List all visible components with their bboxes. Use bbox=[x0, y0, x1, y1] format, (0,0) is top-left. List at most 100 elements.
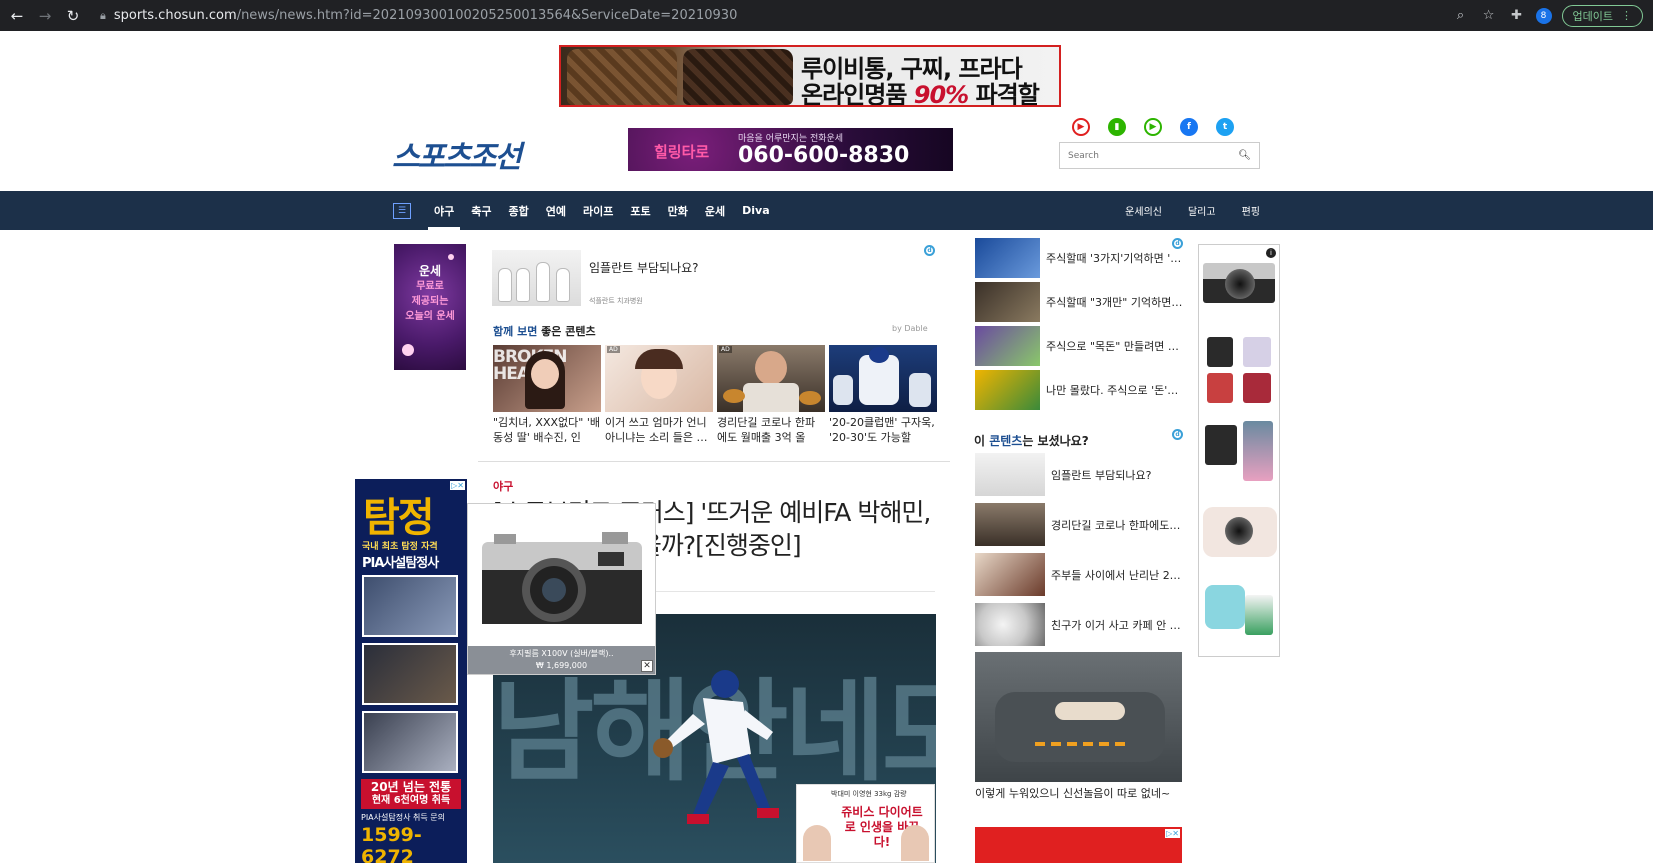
nav-item-diva[interactable]: Diva bbox=[742, 191, 770, 230]
dable-ad-icon[interactable]: d bbox=[924, 245, 935, 256]
fortune-side-ad[interactable]: 운세 무료로 제공되는 오늘의 운세 bbox=[394, 244, 466, 370]
camera-thumb bbox=[1205, 425, 1237, 465]
bottom-red-ad[interactable]: ▷✕ bbox=[975, 827, 1182, 863]
stock-ad-item[interactable]: 나만 몰랐다. 주식으로 '돈'버… bbox=[975, 368, 1183, 411]
stock-ad-thumb bbox=[975, 369, 1040, 410]
recommend-item[interactable]: 임플란트 부담되나요? bbox=[975, 453, 1185, 496]
nav-link-run[interactable]: 달리고 bbox=[1188, 203, 1216, 218]
nav-item-baseball[interactable]: 야구 bbox=[427, 191, 461, 230]
article-section-tag[interactable]: 야구 bbox=[493, 478, 513, 494]
recommend-item[interactable]: 경리단길 코로나 한파에도 … bbox=[975, 503, 1185, 546]
ad-choices-icon[interactable]: ▷✕ bbox=[1165, 829, 1180, 838]
update-button[interactable]: 업데이트 ⋮ bbox=[1561, 4, 1643, 27]
fortune-ad-line3: 제공되는 bbox=[411, 296, 449, 307]
nav-link-fortune-god[interactable]: 운세의신 bbox=[1125, 203, 1162, 218]
search-icon[interactable]: 🔍︎ bbox=[1238, 150, 1251, 161]
recommend-thumb bbox=[975, 553, 1045, 596]
ad-tag: AD bbox=[719, 346, 732, 353]
orb-decoration bbox=[448, 254, 454, 260]
together-heading-rest: 좋은 콘텐츠 bbox=[537, 325, 596, 338]
card-image bbox=[829, 345, 937, 412]
ad-tag: AD bbox=[607, 346, 620, 353]
recommend-title: 경리단길 코로나 한파에도 … bbox=[1051, 518, 1183, 532]
stock-ad-thumb bbox=[975, 281, 1040, 322]
stock-ad-item[interactable]: 주식으로 "목돈" 만들려면 "3… bbox=[975, 324, 1183, 367]
nav-item-fortune[interactable]: 운세 bbox=[705, 191, 725, 230]
naver-tv-icon[interactable]: ▶ bbox=[1144, 118, 1162, 136]
content-card[interactable]: AD 이거 쓰고 엄마가 언니 아니냐는 소리 들은 … bbox=[605, 345, 713, 445]
implant-ad-image[interactable] bbox=[492, 250, 581, 306]
tarot-banner-ad[interactable]: 힐링타로 마음을 어루만지는 전화운세 060-600-8830 bbox=[628, 128, 953, 171]
nav-link-fanping[interactable]: 편핑 bbox=[1242, 203, 1260, 218]
naver-post-icon[interactable]: ▮ bbox=[1108, 118, 1126, 136]
card-image: AD bbox=[717, 345, 825, 412]
recommend-thumb bbox=[975, 603, 1045, 646]
detective-ad-photo bbox=[362, 643, 458, 705]
recommend-title: 친구가 이거 사고 카페 안 … bbox=[1051, 618, 1181, 632]
bag-image bbox=[567, 49, 677, 105]
forward-icon[interactable]: → bbox=[34, 5, 56, 27]
content-card[interactable]: AD 경리단길 코로나 한파에도 월매출 3억 올리… bbox=[717, 345, 825, 445]
nav-item-general[interactable]: 종합 bbox=[509, 191, 529, 230]
luxury-banner-ad[interactable]: 루이비통, 구찌, 프라다 온라인명품 90% 파격할인! bbox=[559, 45, 1061, 107]
extensions-icon[interactable]: ✚ bbox=[1508, 8, 1526, 23]
diet-ad[interactable]: 박대미 이영현 33kg 감량 쥬비스 다이어트로 인생을 바꾸다! bbox=[796, 784, 935, 863]
content-card[interactable]: BROKEN HEART "김치녀, XXX없다" '배동성 딸' 배수진, 인… bbox=[493, 345, 601, 445]
dable-ad-icon[interactable]: d bbox=[1172, 429, 1183, 440]
sofa-ad-image[interactable] bbox=[975, 652, 1182, 782]
reload-icon[interactable]: ↻ bbox=[62, 5, 84, 27]
recommend-item[interactable]: 주부들 사이에서 난리난 2… bbox=[975, 553, 1185, 596]
camera-thumb bbox=[1243, 373, 1271, 403]
url-domain: sports.chosun.com bbox=[113, 8, 237, 23]
card-caption: 이거 쓰고 엄마가 언니 아니냐는 소리 들은 … bbox=[605, 416, 708, 444]
section-divider bbox=[478, 461, 950, 462]
nav-item-life[interactable]: 라이프 bbox=[583, 191, 613, 230]
content-card[interactable]: '20-20클럽맨' 구자욱, '20-30'도 가능할까?… bbox=[829, 345, 937, 445]
site-logo[interactable]: 스포츠조선 bbox=[392, 132, 522, 176]
nav-item-entertainment[interactable]: 연예 bbox=[546, 191, 566, 230]
search-input[interactable] bbox=[1068, 150, 1218, 161]
fortune-ad-line2: 무료로 bbox=[416, 281, 444, 292]
menu-icon[interactable]: ☰ bbox=[393, 203, 411, 219]
camera-strip-ad[interactable]: i bbox=[1198, 244, 1280, 657]
implant-ad-title[interactable]: 임플란트 부담되나요? bbox=[589, 259, 699, 276]
dable-credit: by Dable bbox=[892, 324, 928, 333]
stock-ad-title: 나만 몰랐다. 주식으로 '돈'버… bbox=[1046, 383, 1183, 397]
recommend-thumb bbox=[975, 503, 1045, 546]
together-content-heading: 함께 보면 좋은 콘텐츠 bbox=[493, 323, 596, 339]
sofa-ad-caption[interactable]: 이렇게 누워있으니 신선놀음이 따로 없네~ bbox=[975, 785, 1170, 801]
bookmark-star-icon[interactable]: ☆ bbox=[1480, 8, 1498, 23]
back-icon[interactable]: ← bbox=[6, 5, 28, 27]
stock-ad-thumb bbox=[975, 325, 1040, 366]
camera-thumb bbox=[1207, 337, 1233, 367]
film-pack-thumb bbox=[1245, 595, 1273, 635]
diet-ad-line1: 박대미 이영현 33kg 감량 bbox=[831, 790, 907, 798]
update-label: 업데이트 bbox=[1572, 9, 1613, 23]
facebook-icon[interactable]: f bbox=[1180, 118, 1198, 136]
info-icon[interactable]: i bbox=[1266, 248, 1276, 258]
recommend-title: 임플란트 부담되나요? bbox=[1051, 468, 1152, 482]
nav-item-photo[interactable]: 포토 bbox=[630, 191, 650, 230]
film-pack-thumb bbox=[1243, 421, 1273, 481]
twitter-icon[interactable]: t bbox=[1216, 118, 1234, 136]
card-caption: 경리단길 코로나 한파에도 월매출 3억 올리… bbox=[717, 416, 816, 444]
camera-popup-ad[interactable]: 후지필름 X100V (실버/블랙).. ₩ 1,699,000 ✕ bbox=[467, 503, 656, 675]
youtube-icon[interactable]: ▶ bbox=[1072, 118, 1090, 136]
address-bar[interactable]: 🔒︎ sports.chosun.com/news/news.htm?id=20… bbox=[90, 4, 1520, 27]
social-links: ▶ ▮ ▶ f t bbox=[1072, 118, 1234, 136]
zoom-icon[interactable]: ⌕ bbox=[1452, 8, 1470, 23]
camera-popup-caption: 후지필름 X100V (실버/블랙).. ₩ 1,699,000 bbox=[468, 646, 655, 674]
nav-item-cartoon[interactable]: 만화 bbox=[668, 191, 688, 230]
close-icon[interactable]: ✕ bbox=[641, 660, 653, 672]
card-caption: "김치녀, XXX없다" '배동성 딸' 배수진, 인신… bbox=[493, 416, 600, 444]
profile-avatar[interactable]: 8 bbox=[1535, 7, 1552, 24]
detective-ad-years: 20년 넘는 전통 현재 6천여명 취득 bbox=[361, 779, 461, 809]
nav-item-soccer[interactable]: 축구 bbox=[471, 191, 491, 230]
recommend-item[interactable]: 친구가 이거 사고 카페 안 … bbox=[975, 603, 1185, 646]
ad-choices-icon[interactable]: ▷✕ bbox=[450, 481, 465, 490]
implant-ad-sponsor: 석플란트 치과병원 bbox=[589, 297, 643, 305]
detective-ad-photo bbox=[362, 575, 458, 637]
detective-ad[interactable]: 탐정 국내 최초 탐정 자격 PIA사설탐정사 20년 넘는 전통 현재 6천여명… bbox=[355, 479, 467, 863]
stock-ad-item[interactable]: 주식할때 "3개만" 기억하면 '… bbox=[975, 280, 1183, 323]
stock-ad-item[interactable]: 주식할때 '3가지'기억하면 '… bbox=[975, 236, 1183, 279]
